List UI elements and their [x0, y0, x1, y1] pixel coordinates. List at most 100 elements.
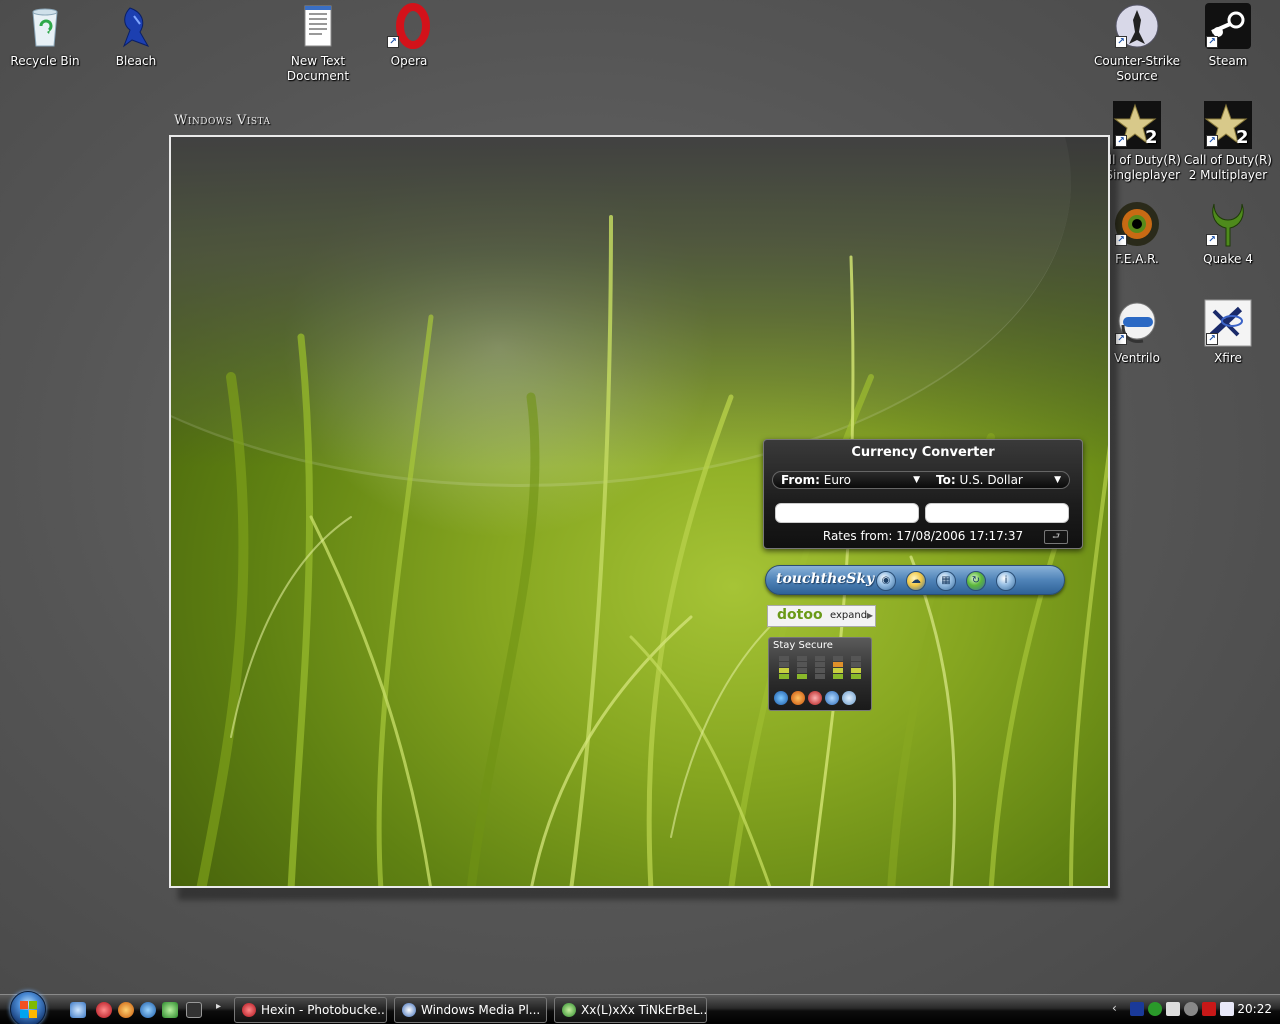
to-amount-input[interactable]: [925, 503, 1069, 523]
ventrilo-icon: ↗: [1113, 299, 1161, 347]
from-value: Euro: [823, 473, 851, 487]
desktop-icon-new-text-document[interactable]: New Text Document: [273, 2, 363, 84]
desktop-icon-counter-strike-source[interactable]: ↗ Counter-Strike Source: [1092, 2, 1182, 84]
steam-icon[interactable]: [186, 1002, 202, 1018]
photo-frame-title: Windows Vista: [174, 113, 271, 128]
clock[interactable]: 20:22: [1237, 1002, 1272, 1016]
desktop-icon-quake4[interactable]: ↗ Quake 4: [1183, 200, 1273, 267]
steam-icon: ↗: [1204, 2, 1252, 50]
opera-icon: [242, 1003, 256, 1017]
desktop-icon-label: Opera: [390, 54, 428, 68]
currency-converter-gadget[interactable]: Currency Converter From: Euro ▼ To: U.S.…: [763, 439, 1083, 549]
call-of-duty-icon: 2 ↗: [1113, 101, 1161, 149]
security-app-icons: [774, 691, 859, 709]
stay-secure-gadget[interactable]: Stay Secure: [768, 637, 872, 711]
messenger-tray-icon[interactable]: [1148, 1002, 1162, 1016]
dotoo-logo: dotoo: [777, 607, 823, 623]
refresh-icon[interactable]: ↻: [966, 571, 986, 591]
shortcut-arrow-icon: ↗: [1115, 36, 1127, 48]
xfire-icon: ↗: [1204, 299, 1252, 347]
antivirus-tray-icon[interactable]: [1202, 1002, 1216, 1016]
taskbar-button-hexin[interactable]: Hexin - Photobucke...: [234, 997, 387, 1023]
task-label: Xx(L)xXx TiNkErBeL...: [581, 1003, 707, 1017]
fear-eye-icon: ↗: [1113, 200, 1161, 248]
weather-icon[interactable]: ☁: [906, 571, 926, 591]
desktop-icon-label: Recycle Bin: [10, 54, 80, 68]
mail-icon[interactable]: [1220, 1002, 1234, 1016]
shortcut-arrow-icon: ↗: [1206, 135, 1218, 147]
counter-strike-icon: ↗: [1113, 2, 1161, 50]
desktop-icon-opera[interactable]: ↗ Opera: [364, 2, 454, 69]
stay-secure-label: Stay Secure: [773, 640, 833, 651]
show-desktop-icon[interactable]: [70, 1002, 86, 1018]
shortcut-arrow-icon: ↗: [1115, 135, 1127, 147]
touchthesky-gadget[interactable]: touchtheSky ◉ ☁ ▦ ↻ i: [765, 565, 1065, 595]
info-icon[interactable]: i: [996, 571, 1016, 591]
desktop-icon-steam[interactable]: ↗ Steam: [1183, 2, 1273, 69]
globe-icon[interactable]: ◉: [876, 571, 896, 591]
chevron-right-icon[interactable]: ▸: [216, 1001, 221, 1012]
shortcut-arrow-icon: ↗: [1206, 234, 1218, 246]
from-amount-input[interactable]: [775, 503, 919, 523]
desktop-icon-label: Quake 4: [1203, 252, 1253, 266]
bleach-icon: [112, 2, 160, 50]
call-of-duty-icon: 2 ↗: [1204, 101, 1252, 149]
taskbar-button-media-player[interactable]: Windows Media Pl...: [394, 997, 547, 1023]
taskbar-button-messenger[interactable]: Xx(L)xXx TiNkErBeL...: [554, 997, 707, 1023]
chevron-down-icon: ▼: [1054, 475, 1061, 485]
shortcut-arrow-icon: ↗: [1206, 36, 1218, 48]
opera-icon: ↗: [385, 2, 433, 50]
desktop-icon-cod2-multiplayer[interactable]: 2 ↗ Call of Duty(R) 2 Multiplayer: [1183, 101, 1273, 183]
display-icon[interactable]: [1166, 1002, 1180, 1016]
steam-tray-icon[interactable]: [1184, 1002, 1198, 1016]
dotoo-gadget[interactable]: dotoo expand ▶: [767, 605, 876, 627]
messenger-icon: [562, 1003, 576, 1017]
currency-converter-title: Currency Converter: [851, 445, 995, 460]
firefox-icon[interactable]: [791, 691, 805, 705]
dotoo-expand-button[interactable]: expand: [830, 610, 867, 621]
network-icon[interactable]: [1130, 1002, 1144, 1016]
tray-expand-chevron-icon[interactable]: ‹: [1112, 1001, 1117, 1015]
touchthesky-logo: touchtheSky: [776, 571, 875, 587]
internet-explorer-icon[interactable]: [140, 1002, 156, 1018]
desktop-icon-label: Xfire: [1214, 351, 1242, 365]
desktop-icon-xfire[interactable]: ↗ Xfire: [1183, 299, 1273, 366]
text-document-icon: [294, 2, 342, 50]
recycle-bin-icon: [21, 2, 69, 50]
svg-text:2: 2: [1145, 127, 1158, 148]
internet-explorer-icon[interactable]: [774, 691, 788, 705]
opera-icon[interactable]: [96, 1002, 112, 1018]
task-label: Hexin - Photobucke...: [261, 1003, 387, 1017]
media-player-icon: [402, 1003, 416, 1017]
messenger-icon[interactable]: [162, 1002, 178, 1018]
from-currency-select[interactable]: From: Euro ▼: [772, 471, 928, 489]
start-button[interactable]: [10, 991, 46, 1024]
shortcut-arrow-icon: ↗: [1206, 333, 1218, 345]
antivirus-icon[interactable]: [808, 691, 822, 705]
to-currency-select[interactable]: To: U.S. Dollar ▼: [928, 471, 1070, 489]
shortcut-arrow-icon: ↗: [387, 36, 399, 48]
firefox-icon[interactable]: [118, 1002, 134, 1018]
desktop-icon-label: Call of Duty(R) 2 Multiplayer: [1184, 153, 1272, 182]
windows-logo-icon: [20, 1001, 38, 1019]
desktop-icon-label: Counter-Strike Source: [1093, 54, 1180, 83]
desktop-icon-bleach[interactable]: Bleach: [91, 2, 181, 69]
desktop-icon-label: Steam: [1208, 54, 1248, 68]
task-label: Windows Media Pl...: [421, 1003, 541, 1017]
to-value: U.S. Dollar: [959, 473, 1023, 487]
chevron-right-icon: ▶: [866, 611, 873, 620]
chevron-down-icon: ▼: [913, 475, 920, 485]
desktop-icon-label: New Text Document: [286, 54, 350, 83]
rates-timestamp: Rates from: 17/08/2006 17:17:37: [822, 529, 1024, 543]
desktop-icon-recycle-bin[interactable]: Recycle Bin: [0, 2, 90, 69]
svg-text:2: 2: [1236, 127, 1249, 148]
to-label: To:: [936, 473, 956, 487]
calendar-icon[interactable]: ▦: [936, 571, 956, 591]
desktop-icon-label: Bleach: [115, 54, 157, 68]
from-label: From:: [781, 473, 820, 487]
quake-icon: ↗: [1204, 200, 1252, 248]
taskbar: ▸ Hexin - Photobucke... Windows Media Pl…: [0, 991, 1280, 1024]
messenger-icon[interactable]: [842, 691, 856, 705]
update-icon[interactable]: [825, 691, 839, 705]
swap-currencies-button[interactable]: ⮐: [1044, 530, 1068, 544]
